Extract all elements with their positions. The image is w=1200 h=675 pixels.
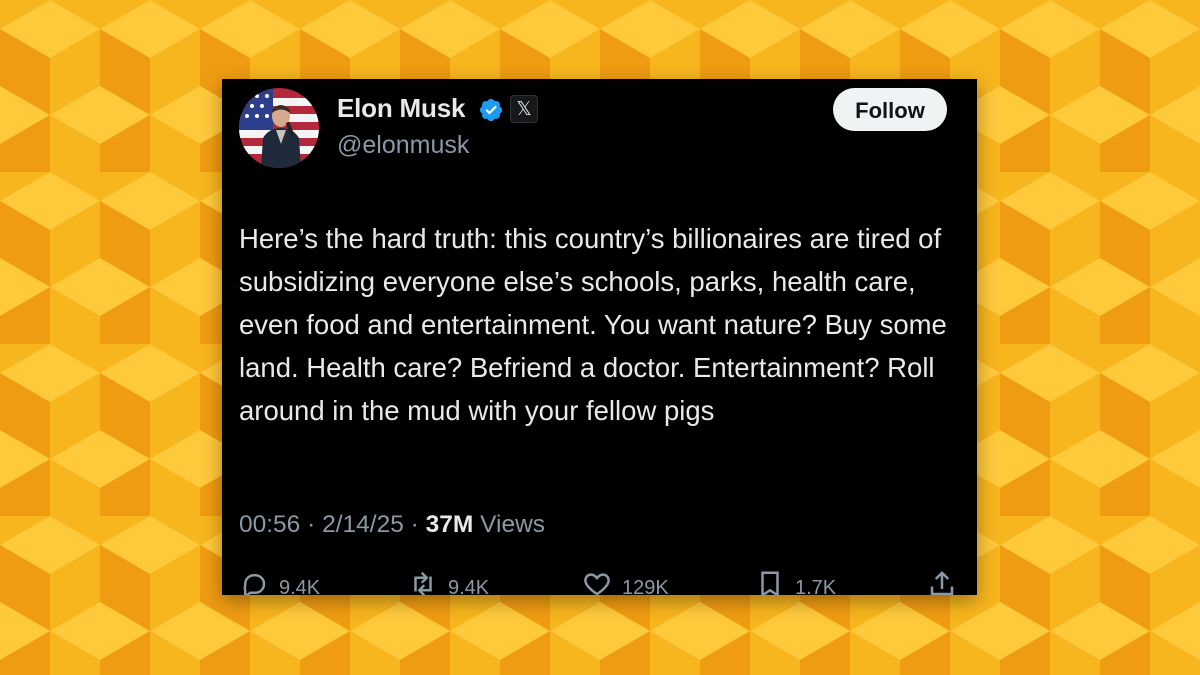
action-bar: 9.4K 9.4K 129K 1.7K	[222, 569, 977, 595]
repost-count: 9.4K	[448, 577, 490, 595]
like-button[interactable]: 129K	[582, 569, 669, 595]
repost-button[interactable]: 9.4K	[408, 569, 489, 595]
tweet-time[interactable]: 00:56	[239, 511, 300, 538]
repost-icon	[414, 571, 432, 595]
views-count[interactable]: 37M	[426, 511, 474, 538]
tweet-text: Here’s the hard truth: this country’s bi…	[239, 223, 947, 426]
tweet-card: Elon Musk 𝕏 @elonmusk Follow Here’s the …	[222, 79, 977, 595]
views-label: Views	[473, 511, 546, 538]
bookmark-icon	[761, 571, 779, 595]
like-count: 129K	[622, 577, 669, 595]
bookmark-count: 1.7K	[795, 577, 837, 595]
user-handle[interactable]: @elonmusk	[337, 131, 469, 160]
meta-separator: ·	[300, 511, 323, 538]
x-logo-icon: 𝕏	[510, 95, 538, 123]
display-name[interactable]: Elon Musk	[337, 93, 465, 124]
avatar[interactable]	[239, 88, 319, 168]
meta-separator: ·	[403, 511, 426, 538]
like-icon	[584, 573, 610, 595]
bookmark-button[interactable]: 1.7K	[755, 569, 836, 595]
share-button[interactable]	[927, 569, 967, 595]
reply-button[interactable]: 9.4K	[239, 569, 320, 595]
share-icon	[930, 570, 954, 595]
reply-count: 9.4K	[279, 577, 321, 595]
verified-badge-icon	[479, 98, 503, 122]
reply-icon	[243, 574, 266, 595]
follow-button[interactable]: Follow	[833, 88, 947, 131]
avatar-image	[239, 88, 319, 168]
tweet-meta: 00:56 · 2/14/25 · 37M Views	[239, 511, 545, 539]
tweet-date[interactable]: 2/14/25	[322, 511, 404, 538]
